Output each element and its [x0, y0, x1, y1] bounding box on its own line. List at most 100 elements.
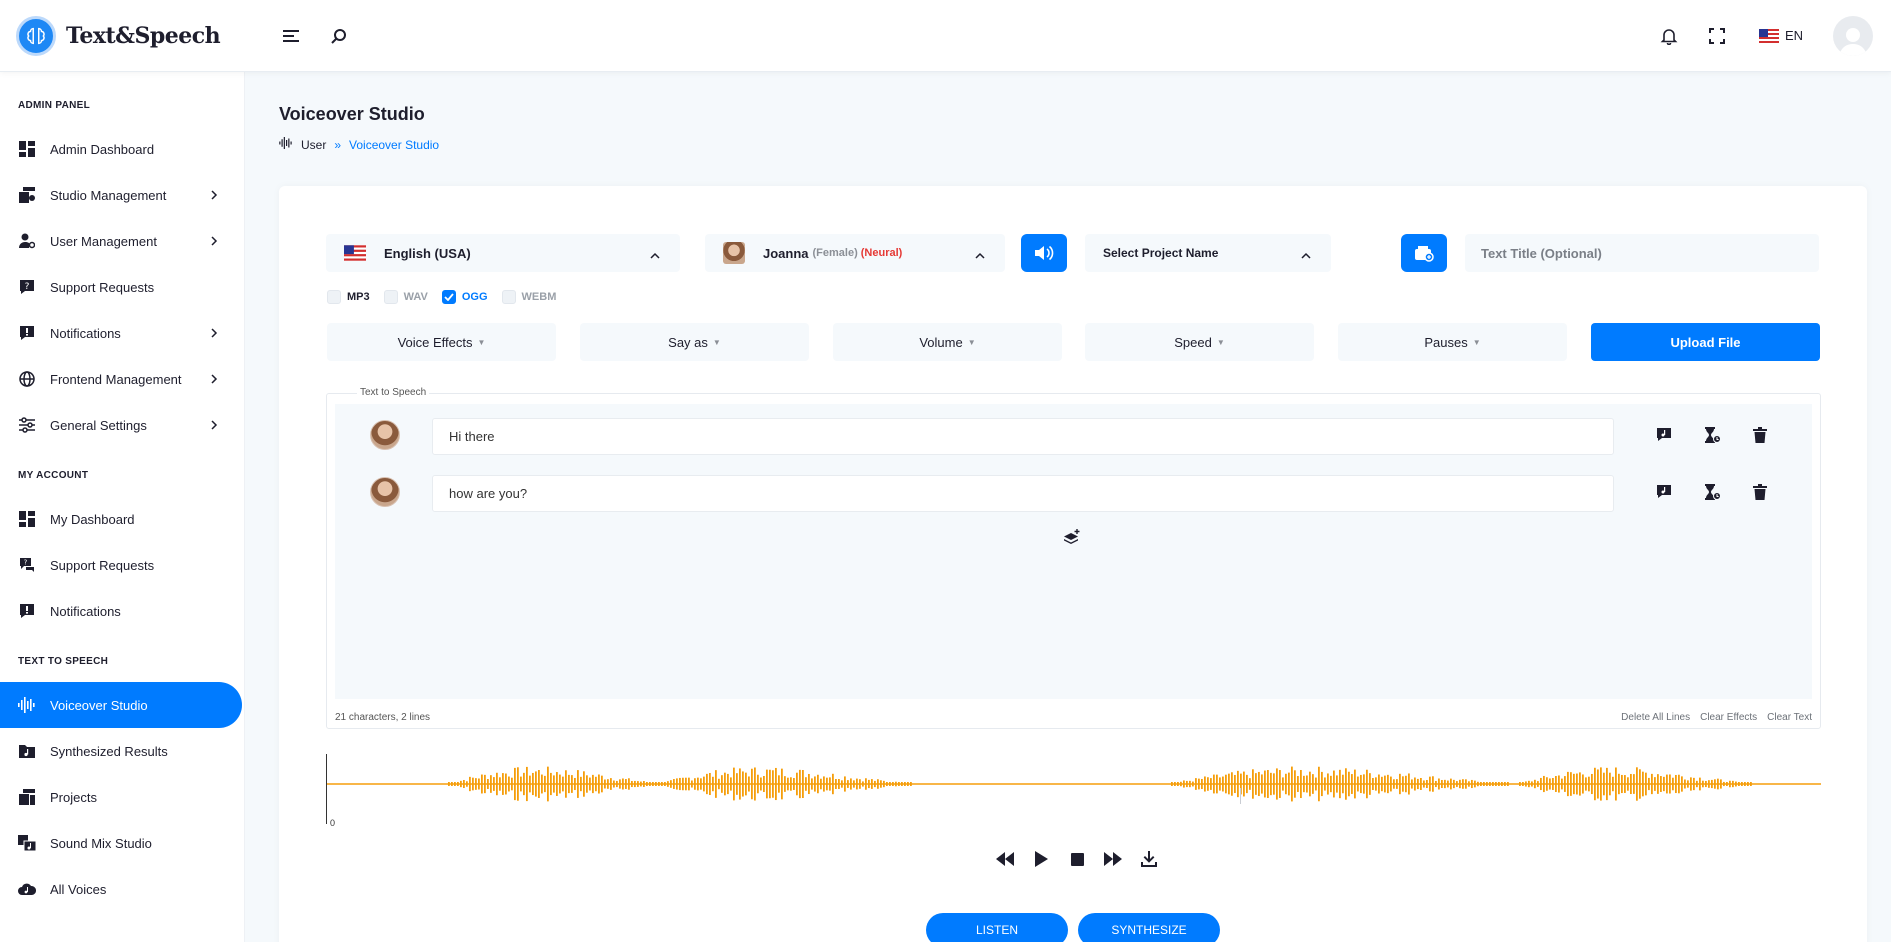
waveform-bar [556, 772, 558, 796]
language-select[interactable]: English (USA) [326, 234, 680, 272]
line-voice-icon[interactable] [1655, 426, 1673, 444]
waveform-bar [1225, 774, 1227, 794]
download-icon[interactable] [1140, 850, 1158, 868]
language-value: English (USA) [384, 245, 471, 261]
voice-avatar[interactable] [370, 420, 400, 450]
format-ogg-checkbox[interactable] [441, 290, 456, 304]
pauses-dropdown[interactable]: Pauses ▼ [1338, 323, 1567, 361]
mix-icon [18, 834, 36, 852]
projects-icon [18, 788, 36, 806]
line-pause-icon[interactable] [1703, 483, 1721, 501]
fast-forward-icon[interactable] [1104, 850, 1122, 868]
waveform-bar [1408, 773, 1410, 795]
sidebar-item-admin-dashboard[interactable]: Admin Dashboard [0, 126, 244, 172]
sidebar-item-all-voices[interactable]: All Voices [0, 866, 244, 912]
waveform-bar [1492, 782, 1494, 786]
line-text-input[interactable]: how are you? [432, 475, 1614, 512]
voice-effects-dropdown[interactable]: Voice Effects ▼ [327, 323, 556, 361]
bell-icon[interactable] [1649, 16, 1689, 56]
waveform-bar [1537, 781, 1539, 787]
brand-name: Text&Speech [66, 22, 221, 49]
fullscreen-icon[interactable] [1697, 16, 1737, 56]
sidebar-item-studio-management[interactable]: Studio Management [0, 172, 244, 218]
sidebar-item-user-management[interactable]: User Management [0, 218, 244, 264]
user-gear-icon [18, 232, 36, 250]
sidebar-item-projects[interactable]: Projects [0, 774, 244, 820]
text-title-input[interactable] [1465, 234, 1819, 272]
clear-text-link[interactable]: Clear Text [1767, 712, 1812, 723]
waveform-bar [1678, 774, 1680, 794]
line-delete-icon[interactable] [1751, 483, 1769, 501]
waveform-player[interactable]: 0 [326, 754, 1821, 828]
waveform-bar [1270, 772, 1272, 796]
language-selector[interactable]: EN [1758, 28, 1803, 43]
dashboard-icon [18, 140, 36, 158]
sidebar-item-notifications[interactable]: Notifications [0, 310, 244, 356]
line-voice-icon[interactable] [1655, 483, 1673, 501]
waveform-bar [856, 778, 858, 790]
playhead[interactable] [326, 754, 327, 824]
waveform-bar [1426, 779, 1428, 789]
sidebar-item-synthesized-results[interactable]: Synthesized Results [0, 728, 244, 774]
voice-select[interactable]: Joanna (Female) (Neural) [705, 234, 1005, 272]
rewind-icon[interactable] [996, 850, 1014, 868]
say-as-dropdown[interactable]: Say as ▼ [580, 323, 809, 361]
user-avatar[interactable] [1833, 15, 1873, 56]
format-mp3[interactable]: MP3 [327, 290, 370, 304]
sidebar-section-tts: TEXT TO SPEECH [18, 656, 109, 667]
volume-dropdown[interactable]: Volume ▼ [833, 323, 1062, 361]
clear-effects-link[interactable]: Clear Effects [1700, 712, 1757, 723]
waveform[interactable] [326, 754, 1821, 824]
delete-all-lines-link[interactable]: Delete All Lines [1621, 712, 1690, 723]
stop-icon[interactable] [1068, 850, 1086, 868]
format-ogg[interactable]: OGG [441, 290, 488, 304]
waveform-bar [802, 770, 804, 798]
waveform-bar [1444, 779, 1446, 789]
add-line-icon[interactable] [1063, 529, 1081, 552]
new-project-button[interactable] [1401, 234, 1447, 272]
speed-dropdown[interactable]: Speed ▼ [1085, 323, 1314, 361]
chevron-right-icon [210, 234, 218, 249]
waveform-bar [616, 780, 618, 788]
sidebar-item-sound-mix-studio[interactable]: Sound Mix Studio [0, 820, 244, 866]
sidebar-item-frontend-management[interactable]: Frontend Management [0, 356, 244, 402]
play-icon[interactable] [1032, 850, 1050, 868]
format-mp3-checkbox[interactable] [327, 290, 341, 304]
sidebar-item-general-settings[interactable]: General Settings [0, 402, 244, 448]
alert-icon [18, 324, 36, 342]
language-code: EN [1784, 28, 1803, 43]
project-placeholder: Select Project Name [1103, 246, 1219, 260]
upload-file-button[interactable]: Upload File [1591, 323, 1820, 361]
menu-toggle-icon[interactable] [271, 16, 311, 56]
format-wav[interactable]: WAV [383, 290, 428, 304]
project-select[interactable]: Select Project Name [1085, 234, 1331, 272]
format-webm-checkbox[interactable] [501, 290, 516, 304]
waveform-bar [661, 782, 663, 786]
sidebar-item-my-dashboard[interactable]: My Dashboard [0, 496, 244, 542]
line-delete-icon[interactable] [1751, 426, 1769, 444]
line-text-input[interactable]: Hi there [432, 418, 1614, 455]
format-webm[interactable]: WEBM [501, 290, 556, 304]
waveform-bar [805, 777, 807, 791]
brand[interactable]: Text&Speech [0, 15, 245, 56]
listen-button[interactable]: LISTEN [926, 913, 1068, 942]
sidebar-item-voiceover-studio[interactable]: Voiceover Studio [0, 682, 242, 728]
preview-voice-button[interactable] [1021, 234, 1067, 272]
waveform-bar [1228, 773, 1230, 795]
search-icon[interactable] [319, 16, 359, 56]
waveform-bar [826, 777, 828, 791]
waveform-bar [550, 772, 552, 796]
synthesize-button[interactable]: SYNTHESIZE [1078, 913, 1220, 942]
waveform-bar [1618, 773, 1620, 795]
waveform-bar [496, 772, 498, 796]
sidebar-item-my-support-requests[interactable]: ? Support Requests [0, 542, 244, 588]
sidebar-item-my-notifications[interactable]: Notifications [0, 588, 244, 634]
waveform-bar [1414, 777, 1416, 791]
format-wav-checkbox[interactable] [383, 290, 398, 304]
breadcrumb-parent[interactable]: User [301, 138, 326, 152]
line-pause-icon[interactable] [1703, 426, 1721, 444]
sidebar-item-support-requests[interactable]: ? Support Requests [0, 264, 244, 310]
chevron-up-icon [975, 248, 985, 263]
waveform-bar [1381, 776, 1383, 792]
voice-avatar[interactable] [370, 477, 400, 507]
